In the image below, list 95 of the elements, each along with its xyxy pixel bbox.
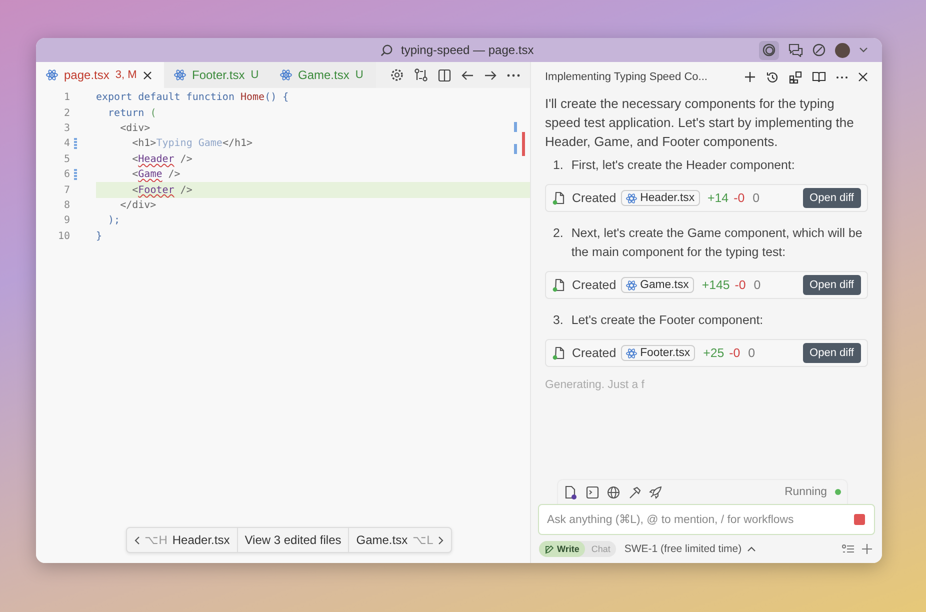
arrow-left-icon[interactable] <box>461 70 474 80</box>
status-dot-icon <box>835 489 841 495</box>
line-number: 10 <box>56 230 70 242</box>
sync-icon[interactable] <box>812 43 826 57</box>
chevron-right-icon <box>438 536 444 544</box>
file-chip[interactable]: Footer.tsx <box>621 345 696 361</box>
code-line: <Game /> <box>131 168 182 182</box>
next-file-button[interactable]: Game.tsx ⌥L <box>349 528 452 552</box>
chat-input-field[interactable]: Ask anything (⌘L), @ to mention, / for workflows <box>538 504 875 535</box>
stop-icon[interactable] <box>854 514 865 525</box>
editor-tab[interactable]: page.tsx 3, M <box>36 62 164 88</box>
line-number: 7 <box>62 184 70 196</box>
window-title: typing-speed — page.tsx <box>401 43 534 57</box>
search-icon[interactable] <box>380 44 393 56</box>
chat-icon[interactable] <box>788 43 803 57</box>
lines-removed: -0 <box>729 346 740 360</box>
lines-added: +25 <box>703 346 724 360</box>
code-line: return ( <box>107 106 158 121</box>
line-number: 6 <box>62 169 70 180</box>
avatar-icon[interactable] <box>835 42 850 58</box>
new-file-icon <box>552 346 565 360</box>
line-number: 4 <box>62 138 70 150</box>
pencil-icon <box>545 544 554 554</box>
generating-status: Generating. Just a f <box>545 379 646 391</box>
open-diff-button[interactable]: Open diff <box>802 275 861 295</box>
open-diff-button[interactable]: Open diff <box>802 343 861 363</box>
chevron-down-icon[interactable] <box>859 47 868 53</box>
history-icon[interactable] <box>766 70 779 84</box>
step-text: Let's create the Footer component: <box>571 312 764 329</box>
settings-icon[interactable] <box>390 68 404 82</box>
view-edited-files-button[interactable]: View 3 edited files <box>238 528 350 552</box>
agent-toggle-icon[interactable] <box>759 40 779 60</box>
action-label: Created <box>572 191 616 205</box>
layout-icon[interactable] <box>789 70 802 84</box>
list-icon[interactable] <box>842 544 854 554</box>
file-icon[interactable] <box>564 484 578 500</box>
code-line: </div> <box>119 198 158 213</box>
file-chip[interactable]: Header.tsx <box>621 190 700 206</box>
file-chip[interactable]: Game.tsx <box>621 277 694 293</box>
plus-icon[interactable] <box>744 71 756 83</box>
change-count: 0 <box>754 278 761 292</box>
action-label: Created <box>572 346 616 360</box>
react-icon <box>626 192 638 204</box>
react-icon <box>626 348 638 358</box>
lines-added: +145 <box>702 278 730 292</box>
new-file-icon <box>552 278 565 292</box>
code-line: <Header /> <box>131 152 194 167</box>
model-selector[interactable]: SWE-1 (free limited time) <box>624 543 756 555</box>
code-line: } <box>96 230 104 244</box>
previous-file-button[interactable]: ⌥H Header.tsx <box>126 528 238 552</box>
more-icon[interactable] <box>836 76 848 78</box>
chevron-left-icon <box>134 536 140 544</box>
step-text: First, let's create the Header component: <box>571 157 795 174</box>
close-icon[interactable] <box>142 70 152 80</box>
react-icon <box>280 69 292 81</box>
lines-removed: -0 <box>734 191 745 205</box>
change-count: 0 <box>748 346 756 360</box>
compare-icon[interactable] <box>414 68 428 82</box>
action-label: Created <box>572 278 616 292</box>
rocket-icon[interactable] <box>649 486 662 498</box>
split-editor-icon[interactable] <box>438 68 451 82</box>
code-line: <div> <box>119 122 152 136</box>
lines-added: +14 <box>708 191 729 205</box>
open-diff-button[interactable]: Open diff <box>802 188 861 208</box>
code-line: <h1>Typing Game</h1> <box>131 137 254 152</box>
line-number: 9 <box>62 215 70 226</box>
book-icon[interactable] <box>812 71 826 83</box>
line-number: 8 <box>62 200 70 211</box>
close-icon[interactable] <box>858 72 868 82</box>
react-icon <box>174 69 186 81</box>
mode-tab[interactable]: Write <box>539 541 586 557</box>
line-number: 3 <box>62 122 70 134</box>
code-line: export default function Home() { <box>96 91 290 106</box>
react-icon <box>626 280 638 290</box>
code-line: ); <box>107 214 122 228</box>
conversation-title: Implementing Typing Speed Co... <box>545 71 708 83</box>
arrow-right-icon[interactable] <box>484 70 497 80</box>
globe-icon[interactable] <box>607 486 620 498</box>
line-number: 5 <box>62 154 70 165</box>
lines-removed: -0 <box>734 278 746 292</box>
line-number: 2 <box>62 108 70 119</box>
step-number: 1. <box>553 157 564 174</box>
step-number: 3. <box>553 312 564 329</box>
step-number: 2. <box>553 225 564 242</box>
more-icon[interactable] <box>507 74 520 76</box>
change-count: 0 <box>752 191 760 205</box>
running-status: Running <box>784 486 827 498</box>
new-file-icon <box>552 191 565 205</box>
react-icon <box>46 69 58 81</box>
assistant-message: I'll create the necessary components for the typing speed test application. Let's start by implementing the Header, Game, and Footer components. <box>545 95 855 151</box>
step-text: Next, let's create the Game component, which will be the main component for the typing test: <box>571 225 864 261</box>
terminal-icon[interactable] <box>586 486 599 498</box>
line-number: 1 <box>62 92 70 104</box>
hammer-icon[interactable] <box>628 486 641 498</box>
chevron-up-icon <box>746 546 756 552</box>
